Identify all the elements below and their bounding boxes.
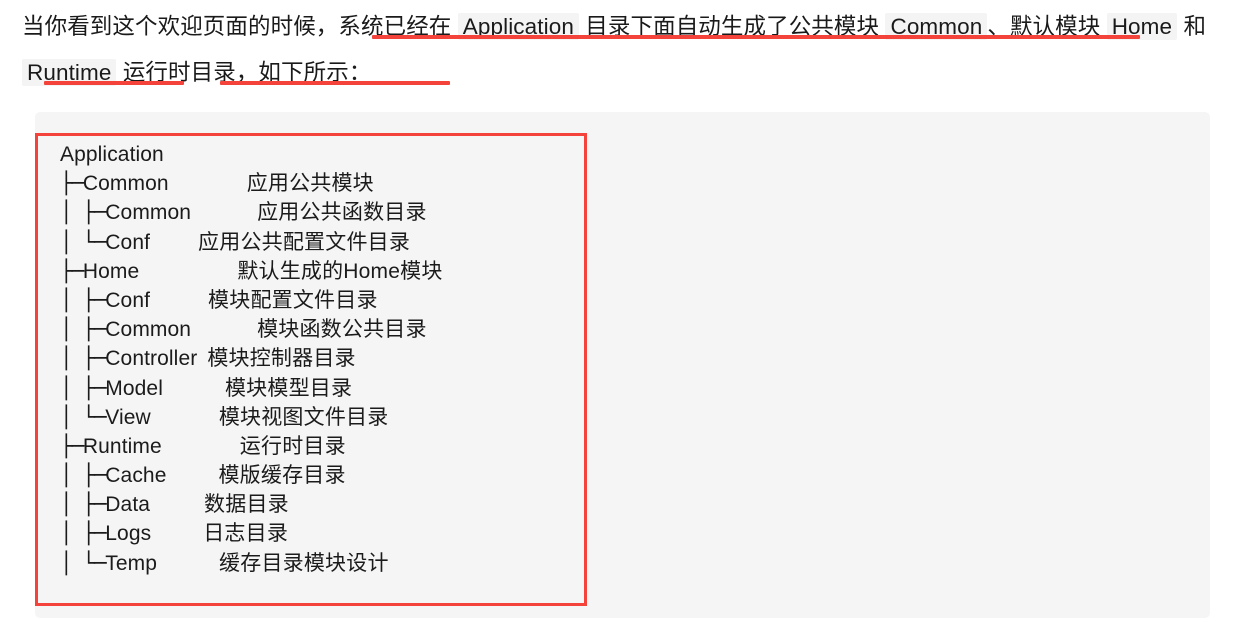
red-underline-home <box>44 81 184 85</box>
intro-paragraph: 当你看到这个欢迎页面的时候，系统已经在 Application 目录下面自动生成… <box>22 4 1212 96</box>
tree-highlight-box <box>35 133 587 606</box>
paragraph-text-0: 当你看到这个欢迎页面的时候， <box>22 14 339 39</box>
red-underline-line1 <box>372 35 1140 39</box>
paragraph-text-7: 和 <box>1177 14 1207 39</box>
red-underline-runtime <box>220 81 450 85</box>
